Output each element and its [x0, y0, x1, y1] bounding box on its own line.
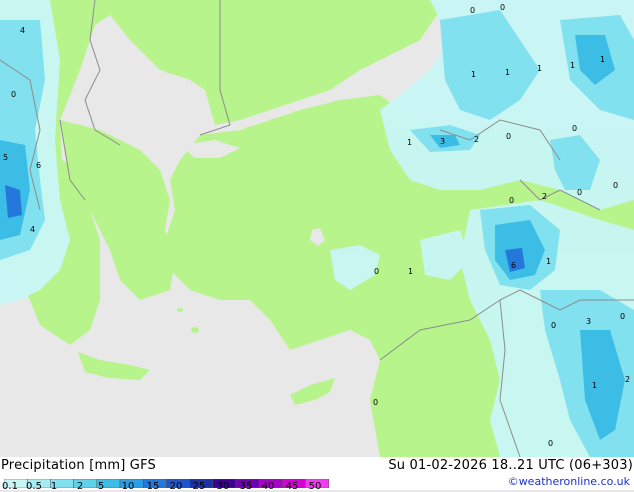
map-label: 0 — [509, 196, 514, 205]
map-label: 3 — [586, 317, 591, 326]
legend-label: 25 — [192, 481, 206, 492]
map-label: 4 — [30, 225, 35, 234]
map-label: 1 — [471, 70, 476, 79]
map-label: 0 — [500, 3, 505, 12]
map-label: 1 — [570, 61, 575, 70]
map-label: 0 — [620, 312, 625, 321]
map-label: 0 — [11, 90, 16, 99]
map-label: 0 — [577, 188, 582, 197]
map-label: 0 — [470, 6, 475, 15]
map-label: 2 — [625, 375, 630, 384]
map-label: 3 — [440, 137, 445, 146]
precipitation-legend: 0.1 0.5 1 2 5 10 15 20 25 30 35 40 45 50 — [2, 473, 331, 492]
map-label: 6 — [511, 261, 516, 270]
legend-label: 0.1 — [2, 481, 18, 492]
map-label: 0 — [551, 321, 556, 330]
legend-label: 40 — [261, 481, 275, 492]
map-label: 6 — [36, 161, 41, 170]
map-label: 4 — [20, 26, 25, 35]
map-label: 2 — [474, 135, 479, 144]
credit-link[interactable]: ©weatheronline.co.uk — [508, 475, 630, 488]
precipitation-map: 4 0 5 6 4 0 0 1 1 1 1 1 3 2 0 0 1 0 2 0 … — [0, 0, 634, 458]
map-label: 0 — [613, 181, 618, 190]
legend-label: 50 — [308, 481, 322, 492]
legend-label: 15 — [146, 481, 160, 492]
legend-label: 30 — [216, 481, 230, 492]
map-label: 1 — [407, 138, 412, 147]
legend-label: 35 — [239, 481, 253, 492]
valid-time: Su 01-02-2026 18..21 UTC (06+303) — [388, 458, 633, 473]
map-label: 5 — [3, 153, 8, 162]
map-label: 1 — [505, 68, 510, 77]
legend-label: 45 — [285, 481, 299, 492]
map-label: 2 — [542, 192, 547, 201]
map-label: 1 — [546, 257, 551, 266]
map-label: 0 — [374, 267, 379, 276]
legend-label: 1 — [50, 481, 58, 492]
map-label: 1 — [600, 55, 605, 64]
map-footer: Precipitation [mm] GFS Su 01-02-2026 18.… — [0, 457, 634, 492]
map-label: 0 — [373, 398, 378, 407]
map-label: 1 — [408, 267, 413, 276]
legend-label: 20 — [169, 481, 183, 492]
legend-label: 10 — [121, 481, 135, 492]
map-label: 0 — [572, 124, 577, 133]
map-label: 0 — [506, 132, 511, 141]
map-label: 1 — [592, 381, 597, 390]
map-label: 1 — [537, 64, 542, 73]
legend-label: 5 — [97, 481, 105, 492]
legend-label: 0.5 — [26, 481, 42, 492]
map-canvas: 4 0 5 6 4 0 0 1 1 1 1 1 3 2 0 0 1 0 2 0 … — [0, 0, 634, 458]
map-label: 0 — [548, 439, 553, 448]
legend-label: 2 — [76, 481, 84, 492]
product-title: Precipitation [mm] GFS — [1, 458, 156, 473]
